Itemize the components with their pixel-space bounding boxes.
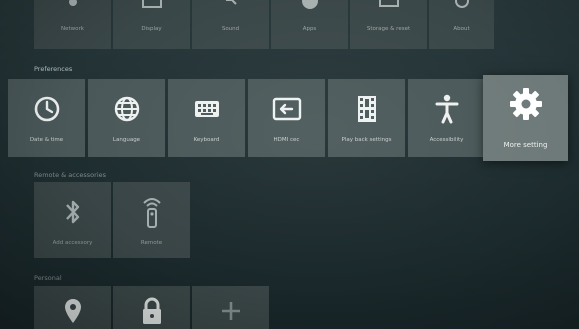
globe-icon <box>88 94 165 124</box>
tile-about[interactable]: About <box>429 0 494 49</box>
tile-label: Sound <box>221 26 240 32</box>
tile-label: Keyboard <box>193 137 220 143</box>
network-icon <box>34 0 111 12</box>
tile-location[interactable] <box>34 286 111 329</box>
add-icon <box>192 296 269 326</box>
tile-display[interactable]: Display <box>113 0 190 49</box>
tile-language[interactable]: Language <box>88 79 165 157</box>
bluetooth-icon <box>34 197 111 227</box>
tile-label: Play back settings <box>341 137 392 143</box>
tile-remote[interactable]: Remote <box>113 182 190 258</box>
lock-icon <box>113 296 190 326</box>
tile-security[interactable] <box>113 286 190 329</box>
film-icon <box>328 94 405 124</box>
tile-network[interactable]: Network <box>34 0 111 49</box>
display-icon <box>113 0 190 12</box>
tile-label: Network <box>61 26 84 32</box>
tile-add[interactable] <box>192 286 269 329</box>
tile-storage-reset[interactable]: Storage & reset <box>350 0 427 49</box>
tv-settings-screen: Network Display Sound Apps Storage & res… <box>0 0 579 329</box>
tile-label: HDMI cec <box>273 137 300 143</box>
tile-label: Date & time <box>29 137 64 143</box>
keyboard-icon <box>168 94 245 124</box>
tile-label: Display <box>141 26 162 32</box>
tile-label: About <box>453 26 470 32</box>
storage-icon <box>350 0 427 12</box>
hdmi-input-icon <box>248 94 325 124</box>
tile-playback-settings[interactable]: Play back settings <box>328 79 405 157</box>
tile-add-accessory[interactable]: Add accessory <box>34 182 111 258</box>
apps-icon <box>271 0 348 12</box>
section-title-preferences: Preferences <box>34 65 73 73</box>
screen-glare <box>0 0 579 329</box>
tile-label: More setting <box>503 141 548 149</box>
tile-label: Apps <box>302 26 317 32</box>
gear-icon <box>483 87 568 121</box>
location-icon <box>34 296 111 326</box>
tile-label: Language <box>112 137 141 143</box>
tile-keyboard[interactable]: Keyboard <box>168 79 245 157</box>
section-title-personal: Personal <box>34 274 62 282</box>
tile-apps[interactable]: Apps <box>271 0 348 49</box>
tile-label: Add accessory <box>52 240 93 246</box>
sound-icon <box>192 0 269 12</box>
tile-label: Remote <box>140 240 163 246</box>
clock-icon <box>8 94 85 124</box>
section-title-remote-accessories: Remote & accessories <box>34 171 107 179</box>
tile-label: Storage & reset <box>366 26 411 32</box>
tile-hdmi-cec[interactable]: HDMI cec <box>248 79 325 157</box>
accessibility-icon <box>408 94 485 124</box>
tile-date-time[interactable]: Date & time <box>8 79 85 157</box>
tile-accessibility[interactable]: Accessibility <box>408 79 485 157</box>
tile-more-setting[interactable]: More setting <box>483 75 568 161</box>
tile-sound[interactable]: Sound <box>192 0 269 49</box>
tile-label: Accessibility <box>429 137 464 143</box>
remote-icon <box>113 197 190 228</box>
about-icon <box>429 0 494 12</box>
